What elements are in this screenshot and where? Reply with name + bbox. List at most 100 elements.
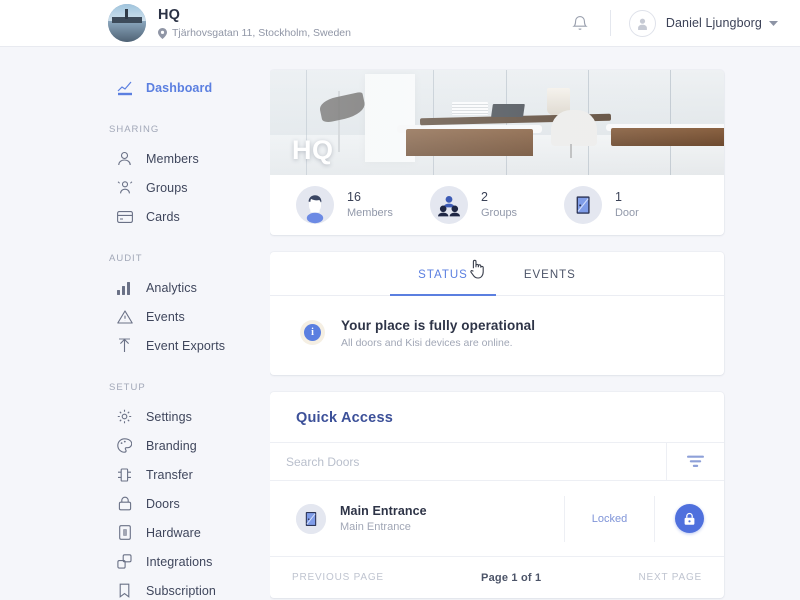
sidebar-item-dashboard[interactable]: Dashboard — [0, 73, 270, 102]
quick-access-title: Quick Access — [296, 410, 393, 426]
person-icon — [116, 150, 133, 167]
sidebar-item-members[interactable]: Members — [0, 144, 270, 173]
stat-value: 1 — [614, 189, 622, 204]
sidebar-item-label: Doors — [146, 496, 180, 511]
warning-triangle-icon — [116, 308, 133, 325]
status-tabs: STATUS EVENTS — [270, 252, 724, 296]
stat-door: 1 Door — [563, 186, 698, 224]
stat-text: 1 Door — [615, 190, 639, 221]
status-message: i Your place is fully operational All do… — [270, 296, 724, 375]
sidebar-item-label: Events — [146, 309, 185, 324]
user-menu[interactable]: Daniel Ljungborg — [628, 9, 778, 37]
next-page-button[interactable]: NEXT PAGE — [638, 572, 702, 583]
people-group-icon — [116, 179, 133, 196]
sidebar-item-label: Cards — [146, 209, 180, 224]
sidebar-item-label: Analytics — [146, 280, 197, 295]
filter-funnel-icon[interactable] — [666, 443, 724, 480]
quick-access-search-row — [270, 442, 724, 481]
sidebar-item-cards[interactable]: Cards — [0, 202, 270, 231]
place-thumbnail — [108, 4, 146, 42]
main-content: HQ 16 Members 2 Groups 1 Door STATUS EVE… — [270, 47, 800, 600]
card-icon — [116, 208, 133, 225]
sidebar-item-integrations[interactable]: Integrations — [0, 547, 270, 576]
notification-bell-icon[interactable] — [568, 11, 592, 36]
status-text: Your place is fully operational All door… — [341, 318, 535, 349]
location-pin-icon — [158, 27, 167, 39]
sidebar-group-sharing-label: SHARING — [109, 124, 160, 135]
sidebar-item-label: Transfer — [146, 467, 193, 482]
place-address-text: Tjärhovsgatan 11, Stockholm, Sweden — [172, 26, 351, 39]
place-meta: HQ Tjärhovsgatan 11, Stockholm, Sweden — [158, 7, 351, 40]
sidebar-item-transfer[interactable]: Transfer — [0, 460, 270, 489]
bookmark-icon — [116, 582, 133, 599]
sidebar-item-branding[interactable]: Branding — [0, 431, 270, 460]
sidebar-item-label: Integrations — [146, 554, 213, 569]
stat-groups: 2 Groups — [429, 186, 564, 224]
status-title: Your place is fully operational — [341, 318, 536, 333]
page-indicator: Page 1 of 1 — [481, 571, 542, 584]
sidebar-item-subscription[interactable]: Subscription — [0, 576, 270, 600]
stat-value: 16 — [347, 189, 361, 204]
quick-access-card: Quick Access Search Doors Main Entrance … — [270, 392, 724, 598]
stat-text: 16 Members — [347, 190, 393, 221]
sidebar-item-label: Event Exports — [146, 338, 226, 353]
stats-row: 16 Members 2 Groups 1 Door — [270, 175, 724, 235]
integrations-icon — [116, 553, 133, 570]
top-header-actions: Daniel Ljungborg — [568, 9, 778, 37]
tab-status[interactable]: STATUS — [390, 252, 496, 296]
sidebar-item-label: Branding — [146, 438, 197, 453]
previous-page-button[interactable]: PREVIOUS PAGE — [292, 572, 384, 583]
gear-icon — [116, 408, 133, 425]
sidebar-item-groups[interactable]: Groups — [0, 173, 270, 202]
header-divider — [609, 10, 611, 36]
sidebar-item-label: Members — [146, 151, 199, 166]
search-input[interactable] — [270, 443, 666, 480]
sidebar-group-audit-label: AUDIT — [109, 253, 143, 264]
stat-label: Door — [614, 206, 639, 219]
sidebar-item-label: Settings — [146, 409, 192, 424]
door-icon — [563, 186, 602, 224]
status-badge: Locked — [564, 495, 654, 542]
sidebar-item-label: Groups — [146, 180, 188, 195]
padlock-icon[interactable] — [675, 504, 704, 533]
members-avatar-icon — [296, 186, 334, 224]
user-name: Daniel Ljungborg — [665, 16, 762, 30]
sidebar-item-label: Subscription — [146, 583, 216, 598]
groups-avatar-icon — [429, 186, 468, 224]
sidebar: Dashboard SHARING Members Groups Cards A… — [0, 47, 270, 600]
door-icon — [296, 503, 326, 534]
stat-text: 2 Groups — [481, 190, 517, 221]
hero-banner-image: HQ — [270, 70, 724, 175]
sidebar-item-hardware[interactable]: Hardware — [0, 518, 270, 547]
upload-arrow-icon — [116, 337, 133, 354]
door-list-item[interactable]: Main Entrance Main Entrance Locked — [270, 481, 724, 557]
sidebar-item-label: Dashboard — [146, 80, 213, 95]
tab-events[interactable]: EVENTS — [496, 252, 604, 295]
sidebar-item-settings[interactable]: Settings — [0, 402, 270, 431]
sidebar-item-events[interactable]: Events — [0, 302, 270, 331]
place-address: Tjärhovsgatan 11, Stockholm, Sweden — [158, 27, 351, 40]
quick-access-header: Quick Access — [270, 392, 724, 442]
sidebar-item-doors[interactable]: Doors — [0, 489, 270, 518]
palette-icon — [116, 437, 133, 454]
sidebar-item-analytics[interactable]: Analytics — [0, 273, 270, 302]
stat-label: Groups — [480, 206, 518, 219]
sidebar-item-label: Hardware — [146, 525, 201, 540]
top-header-bar: HQ Tjärhovsgatan 11, Stockholm, Sweden D… — [0, 0, 800, 47]
door-subtitle: Main Entrance — [340, 521, 411, 533]
stat-members: 16 Members — [296, 186, 430, 224]
page-title: HQ — [158, 6, 181, 23]
transfer-icon — [116, 466, 133, 483]
lock-icon — [116, 495, 133, 512]
place-overview-card: HQ 16 Members 2 Groups 1 Door — [270, 70, 724, 235]
avatar — [628, 9, 656, 37]
door-action-cell — [654, 495, 724, 542]
sidebar-item-event-exports[interactable]: Event Exports — [0, 331, 270, 360]
bar-chart-icon — [116, 279, 133, 296]
status-subtitle: All doors and Kisi devices are online. — [341, 337, 513, 349]
chevron-down-icon — [769, 14, 778, 32]
stat-label: Members — [347, 206, 393, 219]
door-name: Main Entrance — [340, 504, 427, 518]
pagination: PREVIOUS PAGE Page 1 of 1 NEXT PAGE — [270, 557, 724, 598]
sidebar-group-setup-label: SETUP — [109, 382, 146, 393]
